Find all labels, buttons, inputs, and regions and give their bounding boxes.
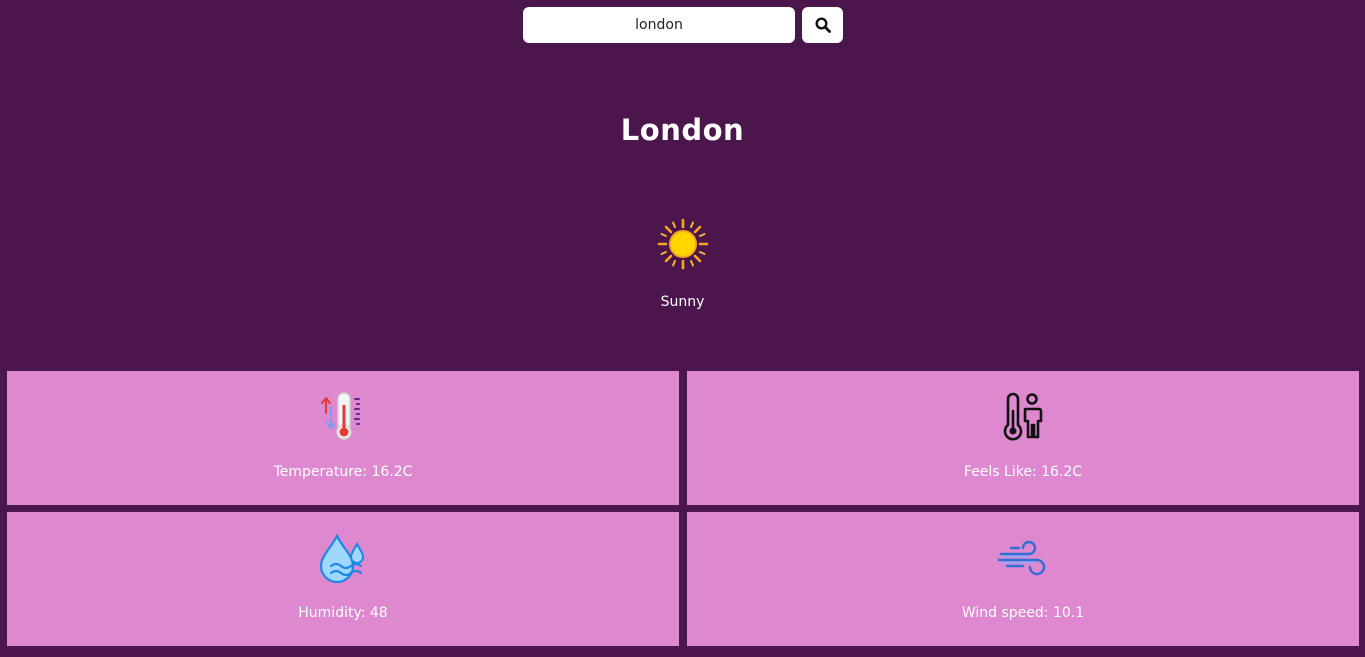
wind-card: Wind speed: 10.1 (687, 512, 1359, 646)
humidity-card: Humidity: 48 (7, 512, 679, 646)
search-icon (814, 17, 831, 33)
thermometer-icon (321, 392, 360, 440)
city-title: London (620, 113, 745, 147)
search-input[interactable] (523, 7, 795, 43)
temperature-label: Temperature: 16.2C (273, 464, 413, 480)
feels-like-card: Feels Like: 16.2C (687, 371, 1359, 505)
condition-text: Sunny (660, 294, 705, 310)
sun-icon (657, 218, 709, 270)
feels-like-label: Feels Like: 16.2C (963, 464, 1083, 480)
wind-icon (997, 540, 1046, 576)
wind-speed-label: Wind speed: 10.1 (961, 605, 1085, 621)
temperature-card: Temperature: 16.2C (7, 371, 679, 505)
humidity-label: Humidity: 48 (298, 605, 388, 621)
search-bar (523, 7, 843, 43)
feels-like-icon (1003, 392, 1043, 441)
humidity-icon (319, 533, 365, 584)
search-button[interactable] (802, 7, 843, 43)
